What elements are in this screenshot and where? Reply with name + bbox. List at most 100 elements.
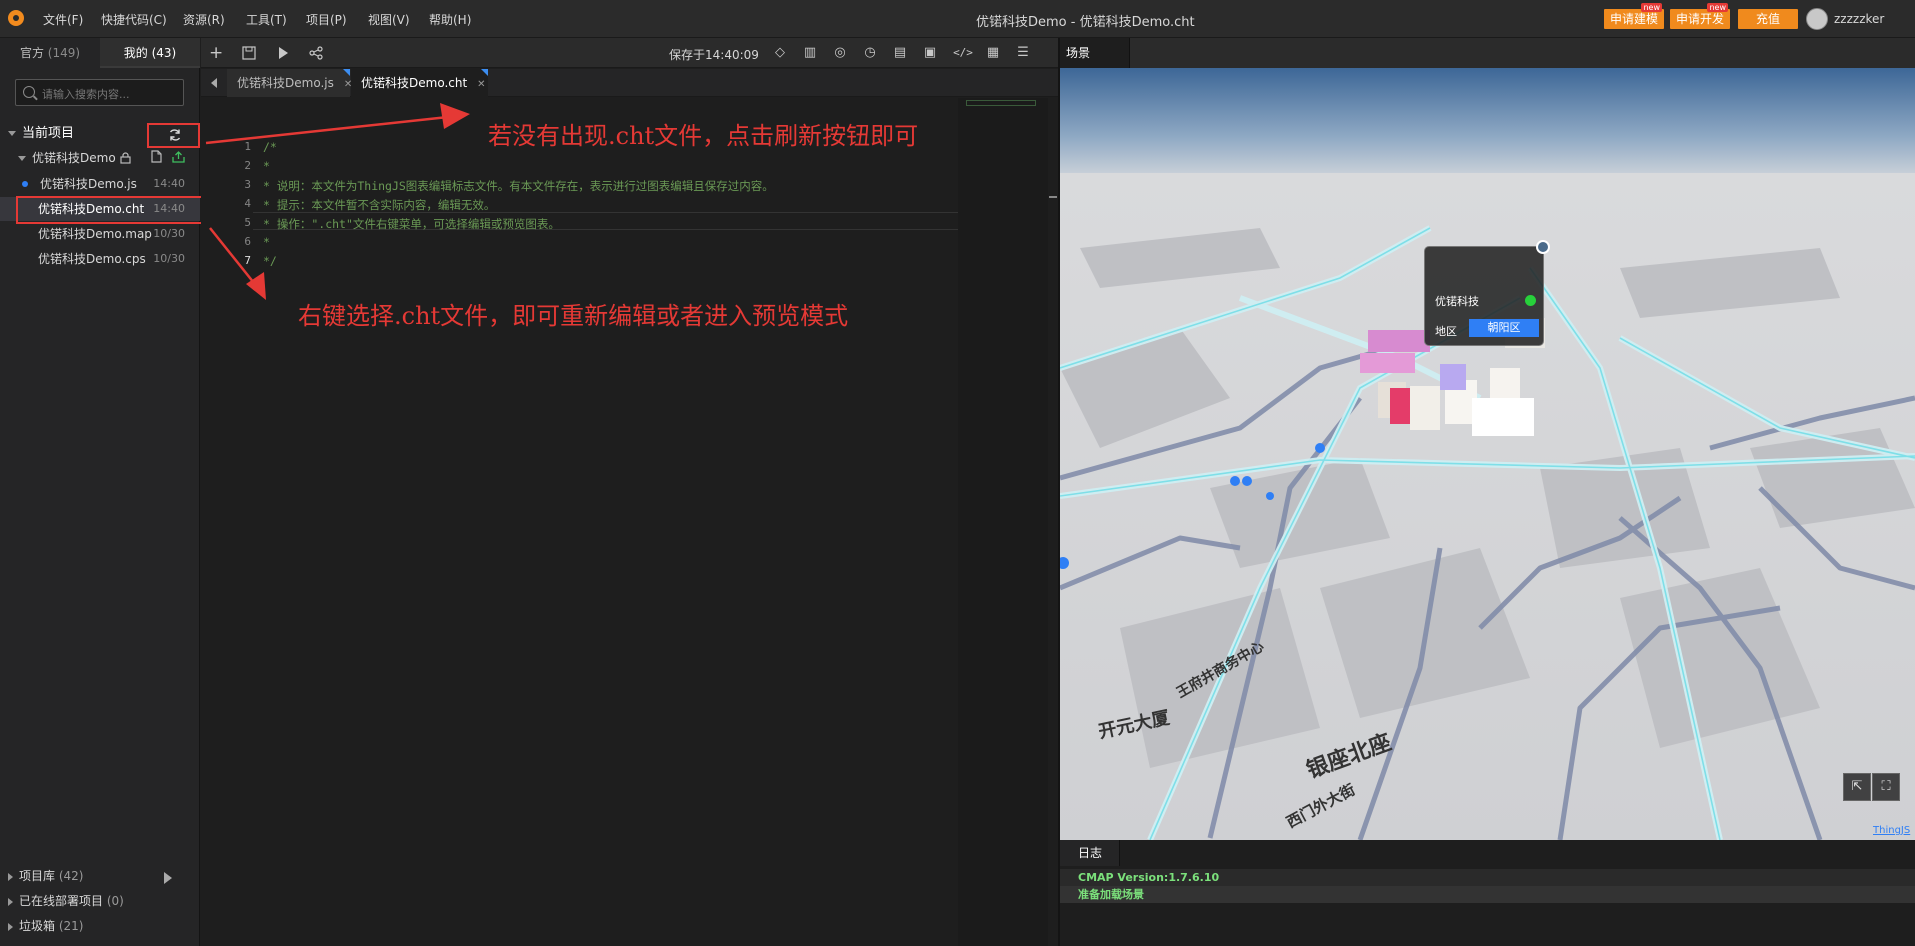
recharge-button[interactable]: 充值 bbox=[1738, 9, 1798, 29]
menu-resources[interactable]: 资源(R) bbox=[183, 11, 225, 28]
avatar[interactable] bbox=[1806, 8, 1828, 30]
close-icon[interactable]: ✕ bbox=[477, 79, 485, 90]
run-icon[interactable] bbox=[276, 46, 290, 60]
menu-tools[interactable]: 工具(T) bbox=[246, 11, 287, 28]
file-name: 优锘科技Demo.cps bbox=[38, 252, 146, 266]
saved-status: 保存于14:40:09 bbox=[669, 48, 759, 62]
code-line[interactable]: */ bbox=[263, 254, 277, 268]
file-time: 14:40 bbox=[153, 177, 185, 190]
cube-icon[interactable]: ◇ bbox=[773, 46, 787, 60]
tab-official-count: (149) bbox=[47, 46, 81, 60]
file-time: 10/30 bbox=[153, 252, 185, 265]
deployed-projects-count: (0) bbox=[106, 894, 124, 908]
building-icon[interactable]: ▥ bbox=[803, 46, 817, 60]
tab-mine-label: 我的 bbox=[123, 46, 148, 60]
poi-popup[interactable]: 优锘科技 地区 朝阳区 bbox=[1424, 246, 1544, 346]
share-icon[interactable] bbox=[309, 46, 323, 60]
tab-mine[interactable]: 我的 (43) bbox=[100, 38, 200, 68]
minimap-viewport bbox=[966, 100, 1036, 106]
line-number: 7 bbox=[244, 254, 251, 267]
layout-icon[interactable]: ▤ bbox=[893, 46, 907, 60]
tab-file-cht[interactable]: 优锘科技Demo.cht ✕ bbox=[351, 69, 488, 97]
apply-modeling-button[interactable]: 申请建模 new bbox=[1604, 3, 1664, 29]
file-item-map[interactable]: 优锘科技Demo.map 10/30 bbox=[0, 222, 200, 246]
tab-file-js[interactable]: 优锘科技Demo.js ✕ bbox=[227, 69, 352, 97]
tab-file-js-label: 优锘科技Demo.js bbox=[237, 76, 334, 90]
code-line[interactable]: * bbox=[263, 159, 270, 173]
open-external-icon[interactable]: ⇱ bbox=[1843, 773, 1871, 801]
lock-icon[interactable] bbox=[120, 152, 131, 164]
modified-corner-icon bbox=[481, 69, 488, 76]
file-item-js[interactable]: 优锘科技Demo.js 14:40 bbox=[0, 172, 200, 196]
scene-viewport[interactable]: 开元大厦 王府井商务中心 西门外大街 银座北座 优锘科技 地区 朝阳区 ⇱ ⛶ … bbox=[1060, 68, 1915, 840]
code-line[interactable]: * bbox=[263, 235, 270, 249]
tab-scene[interactable]: 场景 bbox=[1060, 38, 1130, 68]
unsaved-dot-icon bbox=[22, 181, 28, 187]
refresh-icon[interactable] bbox=[168, 128, 182, 142]
new-badge: new bbox=[1707, 3, 1728, 12]
status-dot-icon bbox=[1525, 295, 1536, 306]
notes-icon[interactable]: ▦ bbox=[986, 46, 1000, 60]
project-library-label: 项目库 bbox=[19, 869, 56, 883]
current-project-label: 当前项目 bbox=[22, 126, 75, 141]
apply-development-button[interactable]: 申请开发 new bbox=[1670, 3, 1730, 29]
tab-mine-count: (43) bbox=[151, 46, 177, 60]
code-line[interactable]: * 操作：".cht"文件右键菜单，可选择编辑或预览图表。 bbox=[263, 216, 560, 232]
chevron-down-icon bbox=[18, 156, 26, 161]
deployed-projects[interactable]: 已在线部署项目 (0) bbox=[0, 889, 200, 913]
menu-view[interactable]: 视图(V) bbox=[368, 11, 410, 28]
trash-bin-label: 垃圾箱 bbox=[19, 919, 56, 933]
tab-official-label: 官方 bbox=[19, 46, 44, 60]
image-icon[interactable]: ▣ bbox=[923, 46, 937, 60]
add-icon[interactable]: + bbox=[209, 45, 223, 62]
code-icon[interactable]: </> bbox=[953, 46, 973, 60]
play-icon[interactable] bbox=[164, 872, 172, 884]
chevron-right-icon bbox=[8, 897, 13, 906]
tab-scroll-left-icon[interactable] bbox=[211, 78, 217, 88]
project-name: 优锘科技Demo bbox=[32, 151, 116, 165]
window-title: 优锘科技Demo - 优锘科技Demo.cht bbox=[976, 15, 1195, 30]
apply-modeling-label: 申请建模 bbox=[1609, 12, 1658, 26]
file-time: 10/30 bbox=[153, 227, 185, 240]
project-node[interactable]: 优锘科技Demo bbox=[0, 146, 200, 170]
menu-shortcut-code[interactable]: 快捷代码(C) bbox=[101, 11, 167, 28]
menu-file[interactable]: 文件(F) bbox=[43, 11, 83, 28]
menu-project[interactable]: 项目(P) bbox=[306, 11, 347, 28]
trash-bin-count: (21) bbox=[58, 919, 84, 933]
file-name: 优锘科技Demo.map bbox=[38, 227, 152, 241]
username[interactable]: zzzzzker bbox=[1834, 12, 1884, 26]
new-badge: new bbox=[1641, 3, 1662, 12]
search-placeholder: 请输入搜索内容... bbox=[42, 88, 130, 101]
clock-icon[interactable]: ◷ bbox=[863, 46, 877, 60]
chevron-down-icon bbox=[8, 131, 16, 136]
tab-log[interactable]: 日志 bbox=[1060, 840, 1120, 866]
tab-official[interactable]: 官方 (149) bbox=[0, 38, 100, 68]
menu-help[interactable]: 帮助(H) bbox=[429, 11, 471, 28]
code-line[interactable]: /* bbox=[263, 140, 277, 154]
scrollbar-marker[interactable] bbox=[1049, 196, 1057, 198]
line-number: 5 bbox=[244, 216, 251, 229]
code-line[interactable]: * 提示：本文件暂不含实际内容，编辑无效。 bbox=[263, 197, 495, 213]
code-line[interactable]: * 说明：本文件为ThingJS图表编辑标志文件。有本文件存在，表示进行过图表编… bbox=[263, 178, 774, 194]
thingjs-credit-link[interactable]: ThingJS bbox=[1873, 825, 1910, 836]
search-input[interactable]: 请输入搜索内容... bbox=[15, 79, 184, 106]
deployed-projects-label: 已在线部署项目 bbox=[19, 894, 104, 908]
line-number: 1 bbox=[244, 140, 251, 153]
annotation-refresh-hint: 若没有出现.cht文件，点击刷新按钮即可 bbox=[488, 122, 919, 150]
menu-bar: 文件(F) 快捷代码(C) 资源(R) 工具(T) 项目(P) 视图(V) 帮助… bbox=[0, 0, 1915, 38]
minimap[interactable] bbox=[958, 98, 1048, 946]
trash-bin[interactable]: 垃圾箱 (21) bbox=[0, 914, 200, 938]
fullscreen-icon[interactable]: ⛶ bbox=[1872, 773, 1900, 801]
upload-icon[interactable] bbox=[172, 150, 185, 163]
settings-sliders-icon[interactable]: ☰ bbox=[1016, 46, 1030, 60]
globe-icon[interactable]: ◎ bbox=[833, 46, 847, 60]
save-icon[interactable] bbox=[242, 46, 256, 60]
tab-file-cht-label: 优锘科技Demo.cht bbox=[361, 76, 468, 90]
project-sidebar: 官方 (149) 我的 (43) 请输入搜索内容... 当前项目 优锘科技Dem… bbox=[0, 38, 205, 946]
file-tab-bar: 优锘科技Demo.js ✕ 优锘科技Demo.cht ✕ bbox=[201, 69, 1058, 97]
new-file-icon[interactable] bbox=[150, 150, 163, 163]
line-number: 4 bbox=[244, 197, 251, 210]
file-item-cps[interactable]: 优锘科技Demo.cps 10/30 bbox=[0, 247, 200, 271]
popup-pin-icon[interactable] bbox=[1536, 240, 1550, 254]
line-number: 2 bbox=[244, 159, 251, 172]
